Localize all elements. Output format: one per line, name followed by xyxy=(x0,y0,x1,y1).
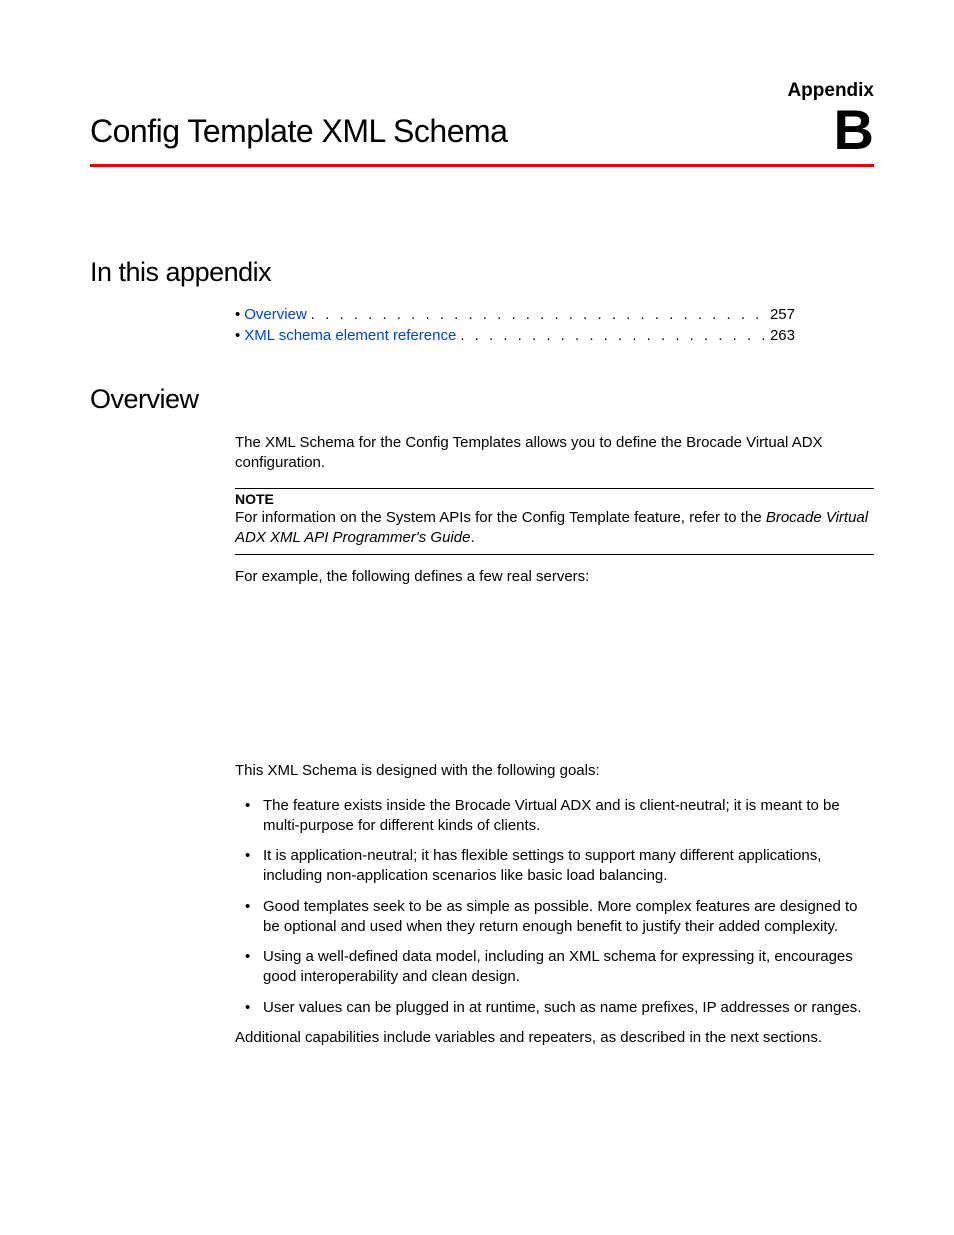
toc-item: • XML schema element reference . . . . .… xyxy=(235,327,795,344)
appendix-letter: B xyxy=(787,102,874,158)
closing-para: Additional capabilities include variable… xyxy=(235,1028,874,1048)
list-item: Good templates seek to be as simple as p… xyxy=(235,897,874,938)
section-heading-in-this-appendix: In this appendix xyxy=(90,257,874,288)
overview-content: The XML Schema for the Config Templates … xyxy=(235,433,874,1048)
toc: • Overview . . . . . . . . . . . . . . .… xyxy=(235,306,795,344)
bullet-icon: • xyxy=(235,327,240,344)
section-heading-overview: Overview xyxy=(90,384,874,415)
list-item: It is application-neutral; it has flexib… xyxy=(235,846,874,887)
note-block: NOTE For information on the System APIs … xyxy=(235,488,874,556)
chapter-header: Config Template XML Schema Appendix B xyxy=(90,80,874,158)
toc-leader-dots: . . . . . . . . . . . . . . . . . . . . … xyxy=(460,327,766,344)
chapter-title: Config Template XML Schema xyxy=(90,113,507,158)
example-lead: For example, the following defines a few… xyxy=(235,567,874,587)
toc-link-overview[interactable]: Overview xyxy=(244,306,307,323)
code-example-placeholder xyxy=(235,601,874,761)
goals-intro: This XML Schema is designed with the fol… xyxy=(235,761,874,781)
bullet-icon: • xyxy=(235,306,240,323)
toc-page-number[interactable]: 257 xyxy=(770,306,795,323)
note-text-pre: For information on the System APIs for t… xyxy=(235,509,766,526)
goals-list: The feature exists inside the Brocade Vi… xyxy=(235,796,874,1018)
toc-page-number[interactable]: 263 xyxy=(770,327,795,344)
list-item: Using a well-defined data model, includi… xyxy=(235,947,874,988)
note-text-post: . xyxy=(470,529,474,546)
list-item: The feature exists inside the Brocade Vi… xyxy=(235,796,874,837)
toc-leader-dots: . . . . . . . . . . . . . . . . . . . . … xyxy=(311,306,766,323)
note-text: For information on the System APIs for t… xyxy=(235,508,874,549)
toc-link-xml-schema-ref[interactable]: XML schema element reference xyxy=(244,327,456,344)
appendix-marker: Appendix B xyxy=(787,80,874,158)
red-divider xyxy=(90,164,874,167)
note-label: NOTE xyxy=(235,491,874,507)
list-item: User values can be plugged in at runtime… xyxy=(235,998,874,1018)
overview-intro: The XML Schema for the Config Templates … xyxy=(235,433,874,474)
toc-item: • Overview . . . . . . . . . . . . . . .… xyxy=(235,306,795,323)
